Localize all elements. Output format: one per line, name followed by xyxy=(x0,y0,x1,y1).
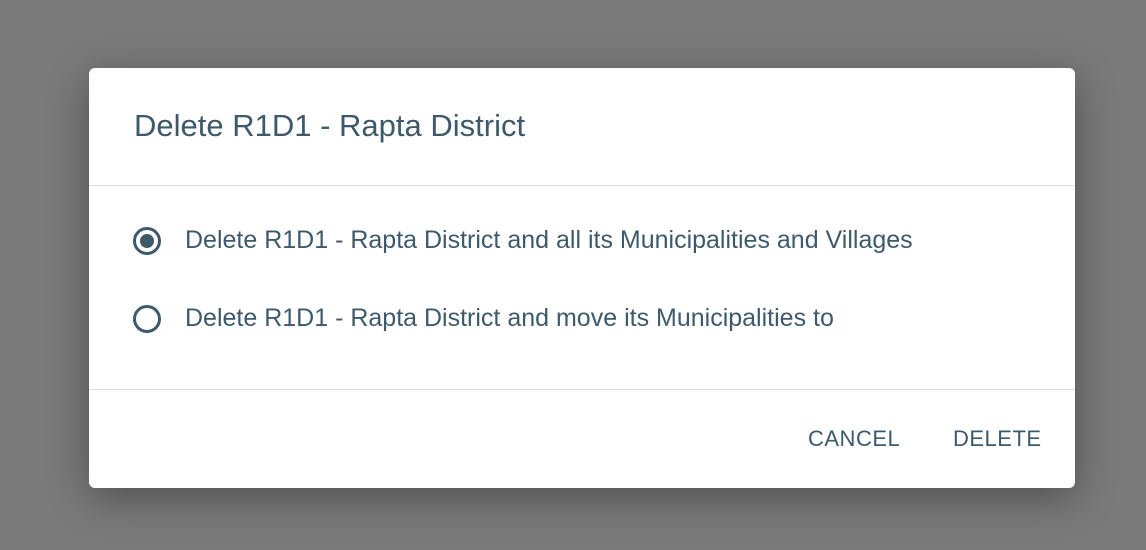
delete-dialog: Delete R1D1 - Rapta District Delete R1D1… xyxy=(89,68,1075,488)
radio-unselected[interactable] xyxy=(133,304,161,333)
option-label: Delete R1D1 - Rapta District and all its… xyxy=(185,226,913,254)
radio-selected[interactable] xyxy=(133,226,161,255)
option-delete-all[interactable]: Delete R1D1 - Rapta District and all its… xyxy=(133,226,913,255)
option-move-municipalities[interactable]: Delete R1D1 - Rapta District and move it… xyxy=(133,304,834,333)
divider xyxy=(89,389,1075,390)
cancel-button[interactable]: CANCEL xyxy=(808,426,900,452)
dialog-title: Delete R1D1 - Rapta District xyxy=(134,108,526,143)
divider xyxy=(89,185,1075,186)
option-label: Delete R1D1 - Rapta District and move it… xyxy=(185,304,834,332)
delete-button[interactable]: DELETE xyxy=(953,426,1042,452)
